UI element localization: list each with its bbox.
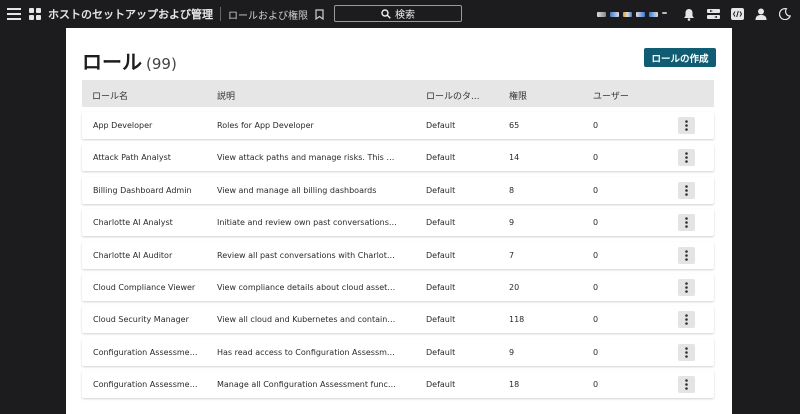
header-divider [220,7,221,21]
status-indicator-icon [636,11,645,17]
role-type-cell: Default [426,121,456,130]
page-title-text: ロール [82,50,142,74]
hamburger-menu-icon[interactable] [6,6,22,22]
description-cell: Manage all Configuration Assessment func… [217,380,397,390]
status-indicator-icon [610,11,619,17]
table-row[interactable]: Cloud Security Manager View all cloud and… [82,306,714,334]
search-label: 検索 [395,10,415,21]
header-actions [597,0,800,28]
user-avatar-icon[interactable] [754,7,768,21]
notification-bell-icon[interactable] [682,7,696,21]
status-indicator-icon [597,11,606,17]
users-cell: 0 [593,153,599,163]
description-cell: View and manage all billing dashboards [217,185,377,195]
description-cell: Has read access to Configuration Assessm… [217,347,397,357]
table-row[interactable]: Configuration Assessmen... Manage all Con… [82,371,714,399]
row-actions-kebab-icon[interactable] [678,117,695,134]
column-header-description[interactable]: 説明 [217,89,235,102]
row-actions-kebab-icon[interactable] [678,376,695,394]
create-role-button[interactable]: ロールの作成 [644,48,716,67]
table-row[interactable]: Charlotte AI Analyst Initiate and review … [82,209,714,237]
role-name-cell: Charlotte AI Auditor [93,250,173,260]
role-name-cell: Cloud Compliance Viewer [93,283,196,292]
table-row[interactable]: Attack Path Analyst View attack paths and… [82,144,714,172]
row-actions-kebab-icon[interactable] [678,311,695,329]
permissions-cell: 65 [509,121,520,130]
permissions-cell: 9 [509,218,515,228]
role-type-cell: Default [426,347,456,357]
role-name-cell: App Developer [93,121,153,130]
users-cell: 0 [593,250,599,260]
top-bar: ホストのセットアップおよび管理 ロールおよび権限 検索 [0,0,800,28]
role-count: (99) [146,55,177,73]
developer-code-icon[interactable] [730,7,744,21]
role-type-cell: Default [426,218,456,228]
row-actions-kebab-icon[interactable] [678,214,695,232]
users-cell: 0 [593,218,599,228]
status-indicator-icon [649,11,658,17]
bookmark-icon[interactable] [314,8,324,20]
breadcrumb[interactable]: ロールおよび権限 [228,7,308,22]
role-type-cell: Default [426,250,456,260]
role-type-cell: Default [426,153,456,163]
table-row[interactable]: Configuration Assessmen... Has read acces… [82,338,714,366]
role-name-cell: Cloud Security Manager [93,315,189,325]
role-type-cell: Default [426,380,456,390]
role-type-cell: Default [426,283,456,292]
description-cell: Roles for App Developer [217,121,314,130]
role-name-cell: Charlotte AI Analyst [93,218,173,228]
table-row[interactable]: Cloud Compliance Viewer View compliance d… [82,274,714,301]
table-row[interactable]: App Developer Roles for App Developer Defa… [82,112,714,139]
column-header-role-name[interactable]: ロール名 [92,89,128,102]
users-cell: 0 [593,380,599,390]
role-name-cell: Configuration Assessmen... [93,347,201,357]
permissions-cell: 9 [509,347,515,357]
table-header: ロール名 説明 ロールのタ... 権限 ユーザー [82,80,714,107]
search-icon [381,8,391,19]
app-grid-icon [28,7,42,21]
roles-page: ロール (99) ロールの作成 ロール名 説明 ロールのタ... 権限 ユーザー … [66,28,732,414]
role-type-cell: Default [426,315,456,325]
description-cell: Initiate and review own past conversatio… [217,218,397,228]
row-actions-kebab-icon[interactable] [678,149,695,167]
permissions-cell: 8 [509,185,515,195]
dark-mode-moon-icon[interactable] [778,7,792,21]
permissions-cell: 7 [509,250,515,260]
row-actions-kebab-icon[interactable] [678,181,695,199]
users-cell: 0 [593,347,599,357]
description-cell: View compliance details about cloud asse… [217,283,397,292]
description-cell: Review all past conversations with Charl… [217,250,397,260]
switch-arrows-icon[interactable] [706,7,720,21]
row-actions-kebab-icon[interactable] [678,343,695,361]
column-header-permissions[interactable]: 権限 [509,89,527,102]
permissions-cell: 20 [509,283,520,292]
status-indicator-icon [623,11,632,17]
table-row[interactable]: Billing Dashboard Admin View and manage a… [82,176,714,204]
column-header-role-type[interactable]: ロールのタ... [426,89,480,102]
table-row[interactable]: Charlotte AI Auditor Review all past conv… [82,241,714,269]
users-cell: 0 [593,185,599,195]
users-cell: 0 [593,315,599,325]
description-cell: View attack paths and manage risks. This… [217,153,397,163]
status-indicator-icon [662,11,667,14]
role-name-cell: Attack Path Analyst [93,153,171,163]
role-type-cell: Default [426,185,456,195]
status-indicators [597,11,667,17]
role-name-cell: Billing Dashboard Admin [93,185,192,195]
permissions-cell: 14 [509,153,520,163]
users-cell: 0 [593,283,599,292]
row-actions-kebab-icon[interactable] [678,246,695,264]
search-box[interactable]: 検索 [334,5,462,22]
row-actions-kebab-icon[interactable] [678,279,695,296]
permissions-cell: 118 [509,315,525,325]
column-header-users[interactable]: ユーザー [593,89,629,102]
permissions-cell: 18 [509,380,520,390]
app-title: ホストのセットアップおよび管理 [48,8,213,21]
description-cell: View all cloud and Kubernetes and contai… [217,315,397,325]
users-cell: 0 [593,121,599,130]
page-title: ロール (99) [82,46,177,75]
role-name-cell: Configuration Assessmen... [93,380,201,390]
